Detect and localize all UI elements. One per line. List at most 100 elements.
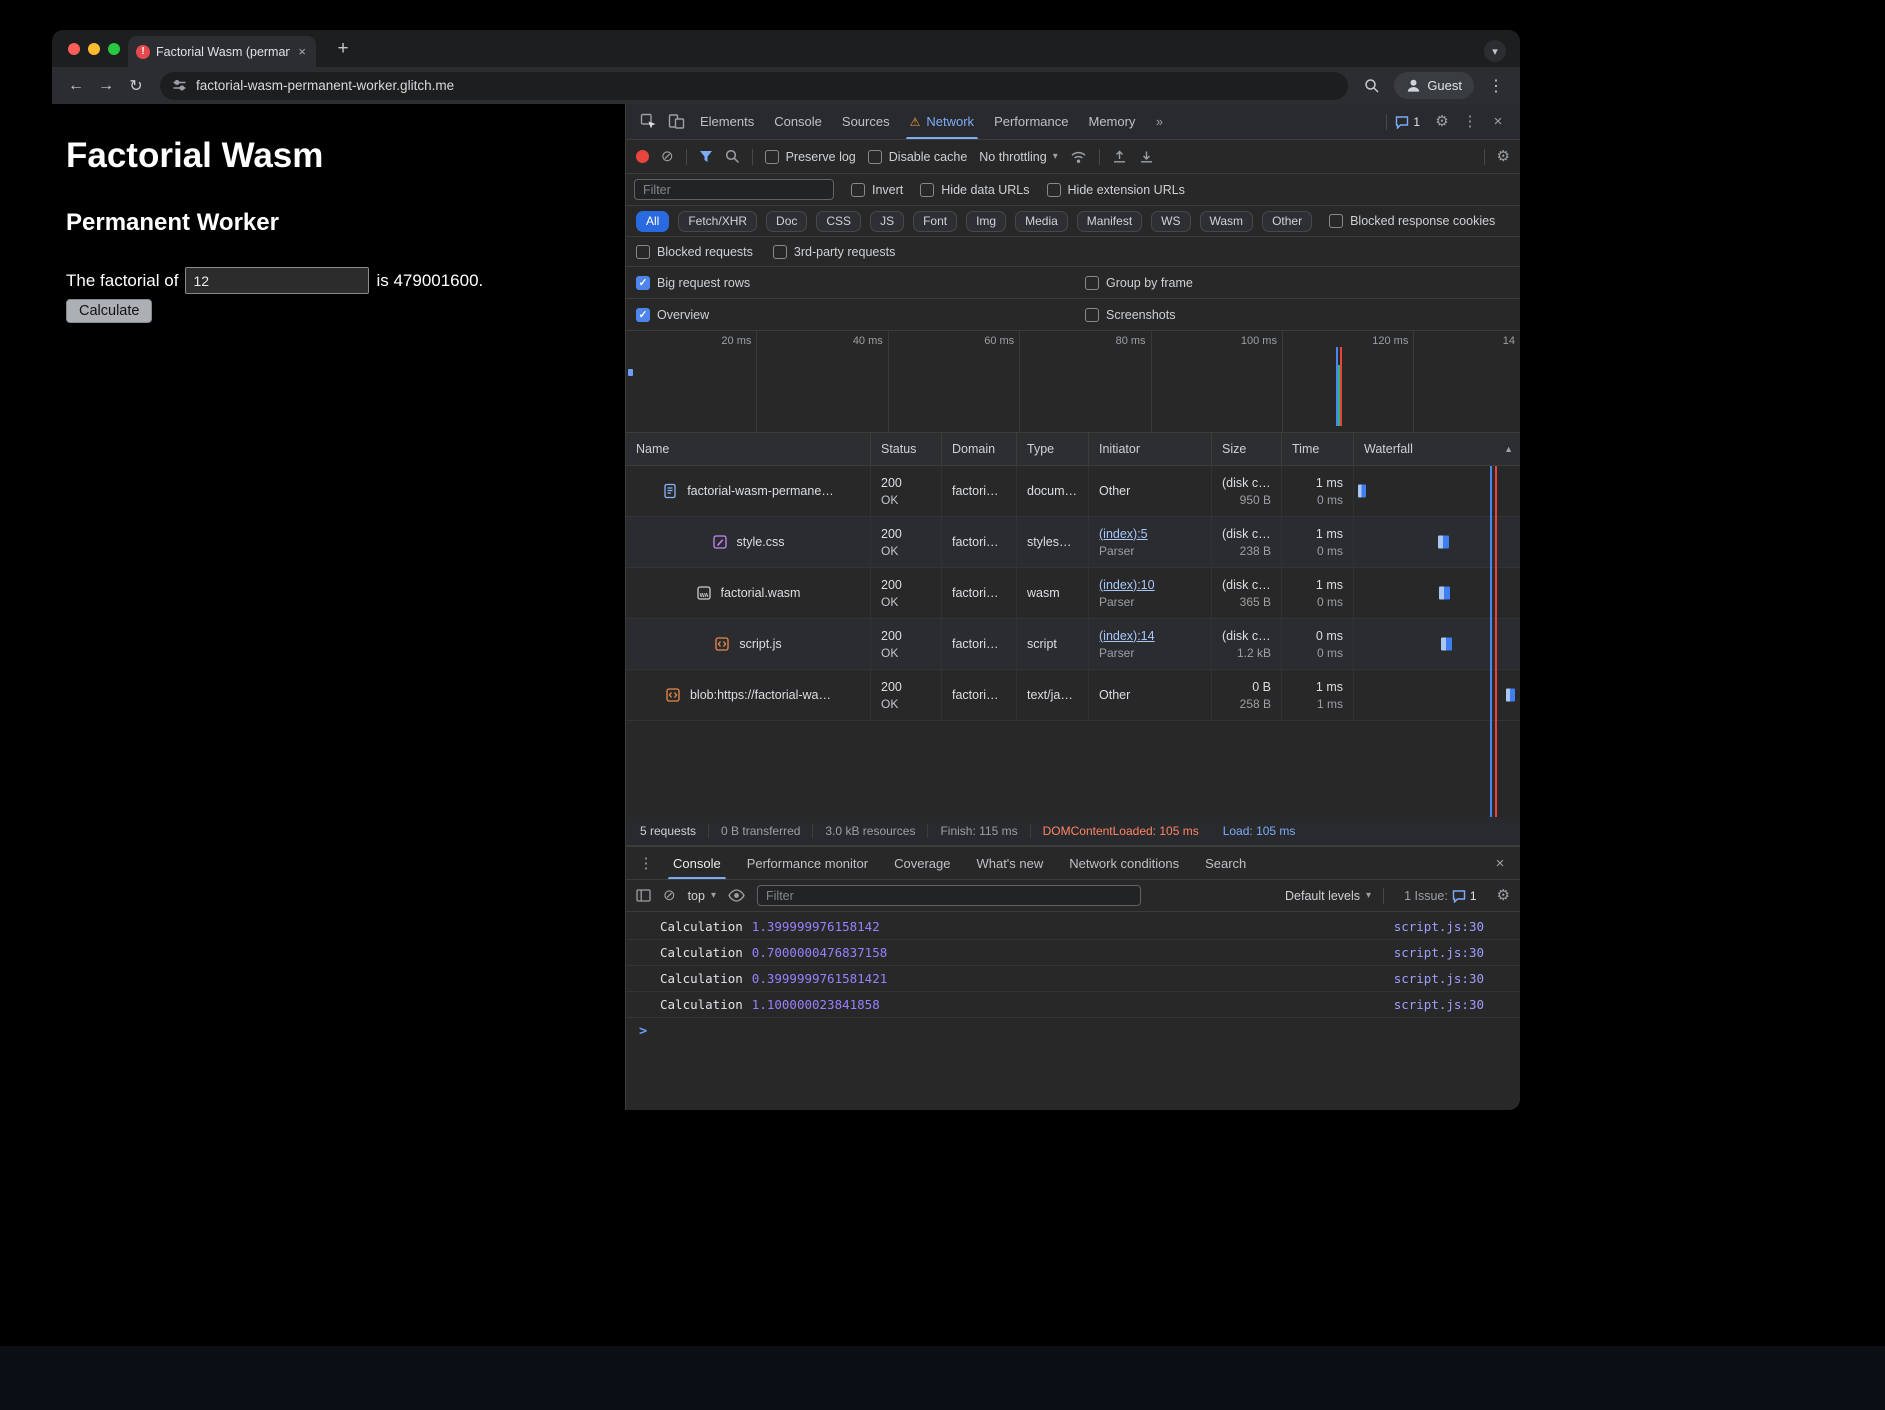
back-button[interactable]: ← — [62, 72, 90, 100]
column-header-status[interactable]: Status — [871, 433, 942, 465]
initiator-link[interactable]: (index):14 — [1099, 629, 1201, 643]
zoom-window-button[interactable] — [108, 43, 120, 55]
drawer-close-icon[interactable]: × — [1486, 850, 1514, 876]
export-har-icon[interactable] — [1139, 149, 1154, 164]
column-header-size[interactable]: Size — [1212, 433, 1282, 465]
devtools-settings-icon[interactable]: ⚙ — [1428, 109, 1456, 135]
filter-funnel-icon[interactable] — [699, 150, 713, 163]
overview-checkbox[interactable]: Overview — [636, 308, 709, 322]
browser-tab[interactable]: ! Factorial Wasm (permanent W × — [128, 36, 316, 67]
tab-console[interactable]: Console — [764, 104, 832, 139]
chip-other[interactable]: Other — [1262, 211, 1312, 232]
console-settings-icon[interactable]: ⚙ — [1497, 888, 1510, 903]
chip-manifest[interactable]: Manifest — [1077, 211, 1142, 232]
console-filter-input[interactable] — [757, 885, 1141, 906]
request-row-document[interactable]: factorial-wasm-permane… 200OK factori… d… — [626, 466, 1520, 517]
big-request-rows-checkbox[interactable]: Big request rows — [636, 276, 750, 290]
column-header-waterfall[interactable]: Waterfall ▲ — [1354, 433, 1520, 465]
drawer-tab-console[interactable]: Console — [660, 847, 734, 879]
issues-counter[interactable]: 1 — [1387, 115, 1428, 129]
initiator-link[interactable]: (index):10 — [1099, 578, 1201, 592]
drawer-tab-network-conditions[interactable]: Network conditions — [1056, 847, 1192, 879]
chip-all[interactable]: All — [636, 211, 669, 232]
live-expression-eye-icon[interactable] — [728, 889, 745, 902]
drawer-tab-performance-monitor[interactable]: Performance monitor — [734, 847, 881, 879]
console-context-select[interactable]: top ▾ — [688, 889, 716, 903]
column-header-domain[interactable]: Domain — [942, 433, 1017, 465]
network-conditions-icon[interactable] — [1070, 150, 1087, 164]
chip-css[interactable]: CSS — [816, 211, 861, 232]
factorial-input[interactable] — [185, 267, 369, 294]
network-filter-input[interactable] — [634, 179, 834, 200]
column-header-initiator[interactable]: Initiator — [1089, 433, 1212, 465]
invert-checkbox[interactable]: Invert — [851, 183, 903, 197]
tab-close-icon[interactable]: × — [296, 44, 308, 59]
column-header-name[interactable]: Name — [626, 433, 871, 465]
search-network-icon[interactable] — [725, 149, 740, 164]
forward-button[interactable]: → — [92, 72, 120, 100]
console-issues-counter[interactable]: 1 Issue: 1 — [1396, 889, 1484, 903]
hide-extension-urls-checkbox[interactable]: Hide extension URLs — [1047, 183, 1185, 197]
zoom-search-icon[interactable] — [1358, 72, 1386, 100]
chip-doc[interactable]: Doc — [766, 211, 807, 232]
source-link[interactable]: script.js:30 — [1394, 971, 1484, 986]
chip-font[interactable]: Font — [913, 211, 957, 232]
chip-ws[interactable]: WS — [1151, 211, 1190, 232]
preserve-log-checkbox[interactable]: Preserve log — [765, 150, 856, 164]
tab-elements[interactable]: Elements — [690, 104, 764, 139]
inspect-element-icon[interactable] — [634, 109, 662, 135]
column-header-type[interactable]: Type — [1017, 433, 1089, 465]
chip-img[interactable]: Img — [966, 211, 1006, 232]
site-settings-icon[interactable] — [172, 78, 187, 93]
request-row-script[interactable]: script.js 200OK factori… script (index):… — [626, 619, 1520, 670]
hide-data-urls-checkbox[interactable]: Hide data URLs — [920, 183, 1029, 197]
column-header-time[interactable]: Time — [1282, 433, 1354, 465]
group-by-frame-checkbox[interactable]: Group by frame — [1085, 276, 1193, 290]
network-overview-timeline[interactable]: 20 ms 40 ms 60 ms 80 ms 100 ms 120 ms 14 — [626, 331, 1520, 433]
throttling-select[interactable]: No throttling ▾ — [979, 150, 1057, 164]
request-row-blob[interactable]: blob:https://factorial-wa… 200OK factori… — [626, 670, 1520, 721]
more-tabs-icon[interactable]: » — [1145, 109, 1173, 135]
network-settings-icon[interactable]: ⚙ — [1497, 149, 1510, 164]
request-row-stylesheet[interactable]: style.css 200OK factori… styles… (index)… — [626, 517, 1520, 568]
import-har-icon[interactable] — [1112, 149, 1127, 164]
blocked-response-cookies-checkbox[interactable]: Blocked response cookies — [1329, 214, 1495, 228]
source-link[interactable]: script.js:30 — [1394, 997, 1484, 1012]
tab-network[interactable]: ⚠ Network — [900, 104, 984, 139]
blocked-requests-checkbox[interactable]: Blocked requests — [636, 245, 753, 259]
chip-media[interactable]: Media — [1015, 211, 1068, 232]
calculate-button[interactable]: Calculate — [66, 299, 152, 323]
new-tab-button[interactable]: + — [330, 36, 356, 62]
tab-performance[interactable]: Performance — [984, 104, 1078, 139]
record-network-log-icon[interactable] — [636, 150, 649, 163]
reload-button[interactable]: ↻ — [122, 72, 150, 100]
chip-wasm[interactable]: Wasm — [1200, 211, 1254, 232]
console-prompt[interactable]: > — [626, 1018, 1520, 1044]
profile-button[interactable]: Guest — [1394, 72, 1474, 99]
device-toolbar-icon[interactable] — [662, 109, 690, 135]
tab-search-chevron-icon[interactable]: ▾ — [1484, 40, 1506, 62]
devtools-menu-icon[interactable]: ⋮ — [1456, 109, 1484, 135]
browser-menu-icon[interactable]: ⋮ — [1482, 72, 1510, 100]
devtools-close-icon[interactable]: × — [1484, 109, 1512, 135]
chip-js[interactable]: JS — [870, 211, 904, 232]
tab-sources[interactable]: Sources — [832, 104, 900, 139]
source-link[interactable]: script.js:30 — [1394, 945, 1484, 960]
screenshots-checkbox[interactable]: Screenshots — [1085, 308, 1175, 322]
disable-cache-checkbox[interactable]: Disable cache — [868, 150, 968, 164]
tab-memory[interactable]: Memory — [1078, 104, 1145, 139]
initiator-link[interactable]: (index):5 — [1099, 527, 1201, 541]
url-bar[interactable]: factorial-wasm-permanent-worker.glitch.m… — [160, 72, 1348, 100]
third-party-requests-checkbox[interactable]: 3rd-party requests — [773, 245, 895, 259]
request-row-wasm[interactable]: WA factorial.wasm 200OK factori… wasm (i… — [626, 568, 1520, 619]
drawer-tab-coverage[interactable]: Coverage — [881, 847, 963, 879]
close-window-button[interactable] — [68, 43, 80, 55]
drawer-menu-icon[interactable]: ⋮ — [632, 850, 660, 876]
console-sidebar-icon[interactable] — [636, 889, 651, 902]
console-levels-select[interactable]: Default levels ▾ — [1285, 889, 1371, 903]
clear-console-icon[interactable]: ⊘ — [663, 888, 676, 903]
minimize-window-button[interactable] — [88, 43, 100, 55]
chip-fetch-xhr[interactable]: Fetch/XHR — [678, 211, 757, 232]
drawer-tab-search[interactable]: Search — [1192, 847, 1259, 879]
clear-network-log-icon[interactable]: ⊘ — [661, 149, 674, 164]
